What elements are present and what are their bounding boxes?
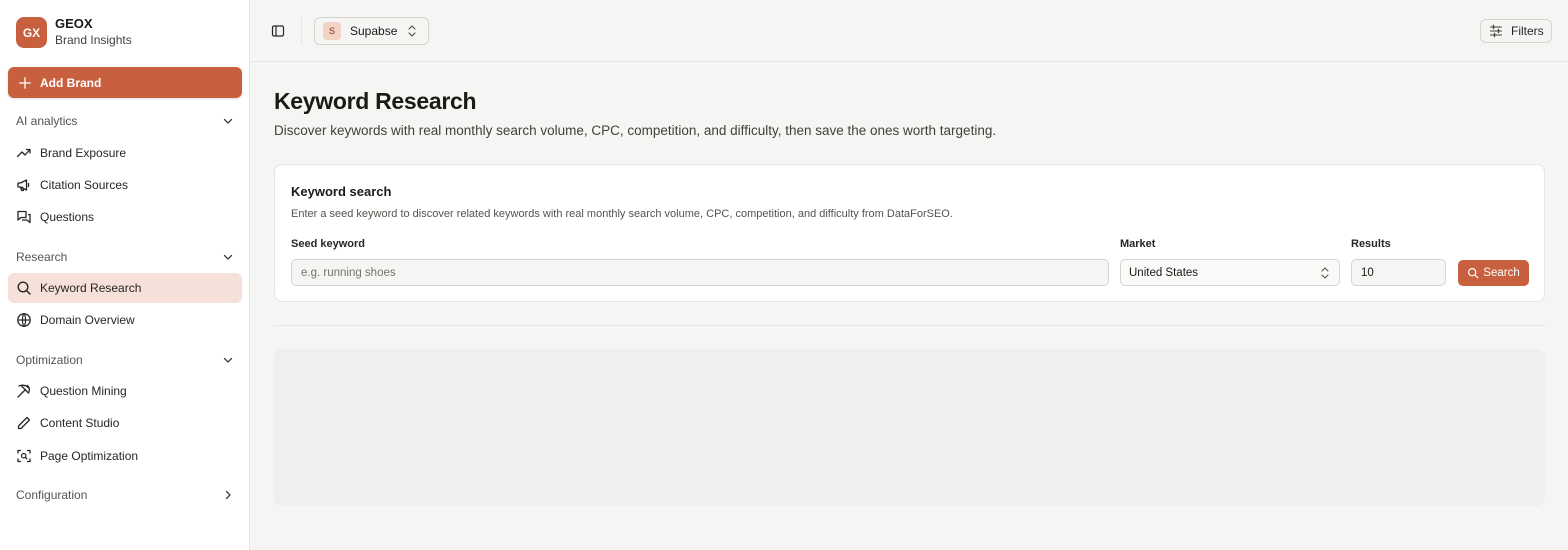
- seed-keyword-input[interactable]: [291, 259, 1109, 286]
- keyword-search-card: Keyword search Enter a seed keyword to d…: [274, 164, 1545, 302]
- sidebar-item-label: Domain Overview: [40, 313, 135, 327]
- market-select[interactable]: United States: [1120, 259, 1340, 286]
- pen-icon: [17, 416, 31, 430]
- chevron-down-icon: [223, 357, 233, 363]
- sliders-icon: [1489, 24, 1503, 38]
- section-optimization[interactable]: Optimization: [8, 347, 242, 373]
- sidebar-item-brand-exposure[interactable]: Brand Exposure: [8, 138, 242, 168]
- sidebar-item-label: Question Mining: [40, 384, 127, 398]
- section-label: Configuration: [16, 488, 88, 502]
- project-selector[interactable]: S Supabse: [314, 17, 429, 45]
- market-label: Market: [1120, 238, 1156, 250]
- results-label: Results: [1351, 238, 1391, 250]
- chevron-down-icon: [223, 118, 233, 124]
- project-avatar: S: [323, 22, 341, 40]
- message-square-icon: [17, 210, 31, 224]
- results-placeholder: [274, 349, 1545, 506]
- page-description: Discover keywords with real monthly sear…: [274, 123, 997, 138]
- chevron-down-icon: [223, 254, 233, 260]
- project-name: Supabse: [350, 24, 398, 38]
- section-label: Research: [16, 250, 68, 264]
- chevron-right-icon: [225, 490, 231, 500]
- section-ai-analytics[interactable]: AI analytics: [8, 108, 242, 134]
- sidebar-item-page-optimization[interactable]: Page Optimization: [8, 441, 242, 471]
- sidebar-item-citation-sources[interactable]: Citation Sources: [8, 170, 242, 200]
- sidebar-item-label: Content Studio: [40, 416, 120, 430]
- sidebar-item-keyword-research[interactable]: Keyword Research: [8, 273, 242, 303]
- brand-name: GEOX: [55, 16, 93, 31]
- chevrons-up-down-icon: [1321, 267, 1329, 279]
- plus-icon: [19, 76, 31, 89]
- sidebar-item-label: Keyword Research: [40, 281, 142, 295]
- filters-label: Filters: [1511, 24, 1544, 38]
- results-input[interactable]: [1351, 259, 1446, 286]
- globe-icon: [17, 313, 31, 327]
- sidebar-toggle-icon[interactable]: [268, 22, 288, 40]
- sidebar-item-content-studio[interactable]: Content Studio: [8, 408, 242, 438]
- section-label: AI analytics: [16, 114, 78, 128]
- card-description: Enter a seed keyword to discover related…: [291, 208, 953, 220]
- brand-logo: GX: [16, 17, 47, 48]
- add-brand-label: Add Brand: [40, 75, 102, 90]
- filters-button[interactable]: Filters: [1480, 19, 1552, 43]
- section-label: Optimization: [16, 353, 83, 367]
- scan-icon: [17, 449, 31, 463]
- megaphone-icon: [17, 179, 30, 192]
- brand-subtitle: Brand Insights: [55, 33, 132, 47]
- card-title: Keyword search: [291, 184, 392, 199]
- sidebar-item-question-mining[interactable]: Question Mining: [8, 376, 242, 406]
- chevrons-up-down-icon: [408, 25, 416, 37]
- search-button-label: Search: [1483, 267, 1520, 279]
- topbar: [251, 0, 1568, 62]
- brand-header[interactable]: GX GEOX Brand Insights: [16, 16, 132, 49]
- pickaxe-icon: [17, 384, 31, 398]
- search-icon: [1468, 267, 1479, 279]
- search-button[interactable]: Search: [1458, 260, 1529, 286]
- trending-up-icon: [16, 148, 31, 158]
- section-configuration[interactable]: Configuration: [8, 482, 242, 508]
- market-value: United States: [1129, 266, 1199, 279]
- topbar-divider: [301, 18, 302, 44]
- sidebar-item-label: Page Optimization: [40, 449, 139, 463]
- sidebar-item-label: Brand Exposure: [40, 146, 127, 160]
- sidebar: GX GEOX Brand Insights Add Brand AI anal…: [0, 0, 250, 550]
- add-brand-button[interactable]: Add Brand: [8, 67, 242, 98]
- page-title: Keyword Research: [274, 88, 477, 114]
- sidebar-item-label: Questions: [40, 210, 95, 224]
- section-research[interactable]: Research: [8, 244, 242, 270]
- sidebar-item-questions[interactable]: Questions: [8, 202, 242, 232]
- sidebar-item-domain-overview[interactable]: Domain Overview: [8, 305, 242, 335]
- search-icon: [17, 281, 31, 295]
- content-divider: [274, 325, 1545, 326]
- seed-keyword-label: Seed keyword: [291, 238, 365, 250]
- sidebar-item-label: Citation Sources: [40, 178, 129, 192]
